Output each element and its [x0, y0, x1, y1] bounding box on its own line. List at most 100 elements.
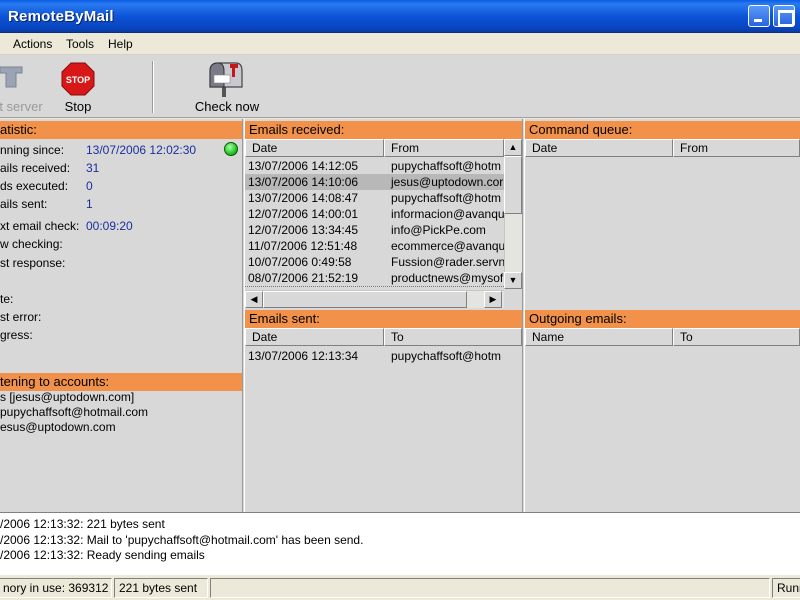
scroll-down-button[interactable]: ▼ [504, 272, 522, 289]
stat-last-response-label: st response: [0, 256, 66, 270]
row-from: informacion@avanqu [391, 207, 504, 221]
arrow-left-icon: ◀ [250, 294, 258, 304]
stat-cmds-executed-label: ds executed: [0, 179, 69, 193]
emails-sent-header: Emails sent: [245, 310, 522, 328]
stat-next-check-label: xt email check: [0, 219, 80, 233]
account-item[interactable]: pupychaffsoft@hotmail.com [0, 405, 148, 419]
table-row[interactable]: 13/07/2006 14:12:05 pupychaffsoft@hotm [245, 158, 504, 174]
toolbar-separator [152, 61, 154, 113]
stat-emails-received-label: ails received: [0, 161, 71, 175]
col-name[interactable]: Name [525, 328, 673, 346]
arrow-up-icon: ▲ [508, 142, 518, 152]
menu-tools[interactable]: Tools [66, 37, 94, 51]
stat-progress-label: gress: [0, 328, 33, 342]
menu-help[interactable]: Help [108, 37, 133, 51]
row-from: pupychaffsoft@hotm [391, 159, 502, 173]
table-row[interactable]: 13/07/2006 14:08:47 pupychaffsoft@hotm [245, 190, 504, 206]
account-item[interactable]: s [jesus@uptodown.com] [0, 390, 134, 404]
stop-label: Stop [64, 99, 92, 114]
log-line: /2006 12:13:32: Mail to 'pupychaffsoft@h… [0, 533, 364, 547]
row-from: Fussion@rader.servn [391, 255, 504, 269]
col-from[interactable]: From [384, 139, 504, 157]
stat-last-error-label: st error: [0, 310, 42, 324]
scroll-corner [504, 289, 522, 308]
emails-received-hscrollbar[interactable]: ◀ ▶ [245, 290, 504, 308]
window-title: RemoteByMail [8, 8, 114, 25]
arrow-down-icon: ▼ [508, 275, 518, 285]
row-from: jesus@uptodown.cor [391, 175, 504, 189]
status-empty [210, 578, 770, 598]
title-bar: RemoteByMail [0, 0, 800, 33]
scroll-left-button[interactable]: ◀ [245, 291, 263, 308]
start-server-label: t server [0, 99, 43, 114]
stat-running-since-value: 13/07/2006 12:02:30 [86, 143, 197, 157]
row-date: 10/07/2006 0:49:58 [248, 255, 352, 269]
col-to[interactable]: To [384, 328, 522, 346]
start-server-button[interactable]: t server [0, 55, 48, 117]
stat-cmds-executed-value: 0 [86, 179, 93, 193]
row-from: ecommerce@avanqu [391, 239, 504, 253]
log-panel[interactable]: /2006 12:13:32: 221 bytes sent /2006 12:… [0, 512, 800, 574]
row-date: 12/07/2006 14:00:01 [248, 207, 359, 221]
scroll-up-button[interactable]: ▲ [504, 139, 522, 156]
scroll-right-button[interactable]: ▶ [484, 291, 502, 308]
mailbox-icon [209, 62, 243, 97]
row-date: 13/07/2006 14:10:06 [248, 175, 359, 189]
status-bytes: 221 bytes sent [114, 578, 208, 598]
statistic-header: atistic: [0, 121, 242, 139]
scroll-thumb[interactable] [504, 156, 522, 214]
toolbar: t server STOP Stop Check now [0, 55, 800, 118]
stop-icon: STOP [61, 62, 95, 96]
account-item[interactable]: esus@uptodown.com [0, 420, 116, 434]
scroll-thumb[interactable] [263, 291, 467, 308]
stop-button[interactable]: STOP Stop [54, 55, 102, 117]
col-date[interactable]: Date [525, 139, 673, 157]
col-to[interactable]: To [673, 328, 800, 346]
row-date: 08/07/2006 21:52:19 [248, 271, 359, 285]
table-row-selected[interactable]: 13/07/2006 14:10:06 jesus@uptodown.cor [245, 174, 504, 190]
stat-next-check-value: 00:09:20 [86, 219, 133, 233]
server-icon [0, 66, 23, 88]
emails-received-header: Emails received: [245, 121, 522, 139]
table-row[interactable]: 12/07/2006 13:34:45 info@PickPe.com [245, 222, 504, 238]
col-from[interactable]: From [673, 139, 800, 157]
row-to: pupychaffsoft@hotm [391, 349, 502, 363]
table-row[interactable]: 10/07/2006 0:49:58 Fussion@rader.servn [245, 254, 504, 270]
stat-running-since-label: nning since: [0, 143, 65, 157]
log-line: /2006 12:13:32: Ready sending emails [0, 548, 205, 562]
row-from: pupychaffsoft@hotm [391, 191, 502, 205]
row-date: 13/07/2006 14:12:05 [248, 159, 359, 173]
stop-sign-text: STOP [66, 75, 90, 85]
col-date[interactable]: Date [245, 139, 384, 157]
command-queue-header: Command queue: [525, 121, 800, 139]
row-from: info@PickPe.com [391, 223, 486, 237]
status-memory: nory in use: 369312 [0, 578, 112, 598]
status-state: Runn [772, 578, 800, 598]
check-now-button[interactable]: Check now [190, 55, 264, 117]
menu-actions[interactable]: Actions [13, 37, 52, 51]
log-line: /2006 12:13:32: 221 bytes sent [0, 517, 165, 531]
row-from: productnews@mysof [391, 271, 504, 285]
accounts-header: tening to accounts: [0, 373, 242, 391]
stat-emails-sent-label: ails sent: [0, 197, 48, 211]
outgoing-emails-header: Outgoing emails: [525, 310, 800, 328]
arrow-right-icon: ▶ [489, 294, 497, 304]
stat-now-checking-label: w checking: [0, 237, 63, 251]
stat-emails-received-value: 31 [86, 161, 100, 175]
table-row[interactable]: 08/07/2006 21:52:19 productnews@mysof [245, 270, 504, 286]
maximize-button[interactable] [773, 5, 795, 27]
table-row[interactable]: 13/07/2006 12:13:34 pupychaffsoft@hotm [245, 348, 522, 364]
table-row[interactable]: 11/07/2006 12:51:48 ecommerce@avanqu [245, 238, 504, 254]
stat-emails-sent-value: 1 [86, 197, 93, 211]
row-date: 12/07/2006 13:34:45 [248, 223, 359, 237]
emails-received-vscrollbar[interactable]: ▲ ▼ [504, 139, 522, 289]
status-indicator-icon [224, 142, 238, 156]
menu-bar: Actions Tools Help [0, 33, 800, 55]
col-date[interactable]: Date [245, 328, 384, 346]
row-date: 13/07/2006 14:08:47 [248, 191, 359, 205]
row-date: 11/07/2006 12:51:48 [248, 239, 358, 253]
table-row[interactable]: 12/07/2006 14:00:01 informacion@avanqu [245, 206, 504, 222]
status-bar: nory in use: 369312 221 bytes sent Runn [0, 574, 800, 600]
check-now-label: Check now [194, 99, 260, 114]
minimize-button[interactable] [748, 5, 770, 27]
